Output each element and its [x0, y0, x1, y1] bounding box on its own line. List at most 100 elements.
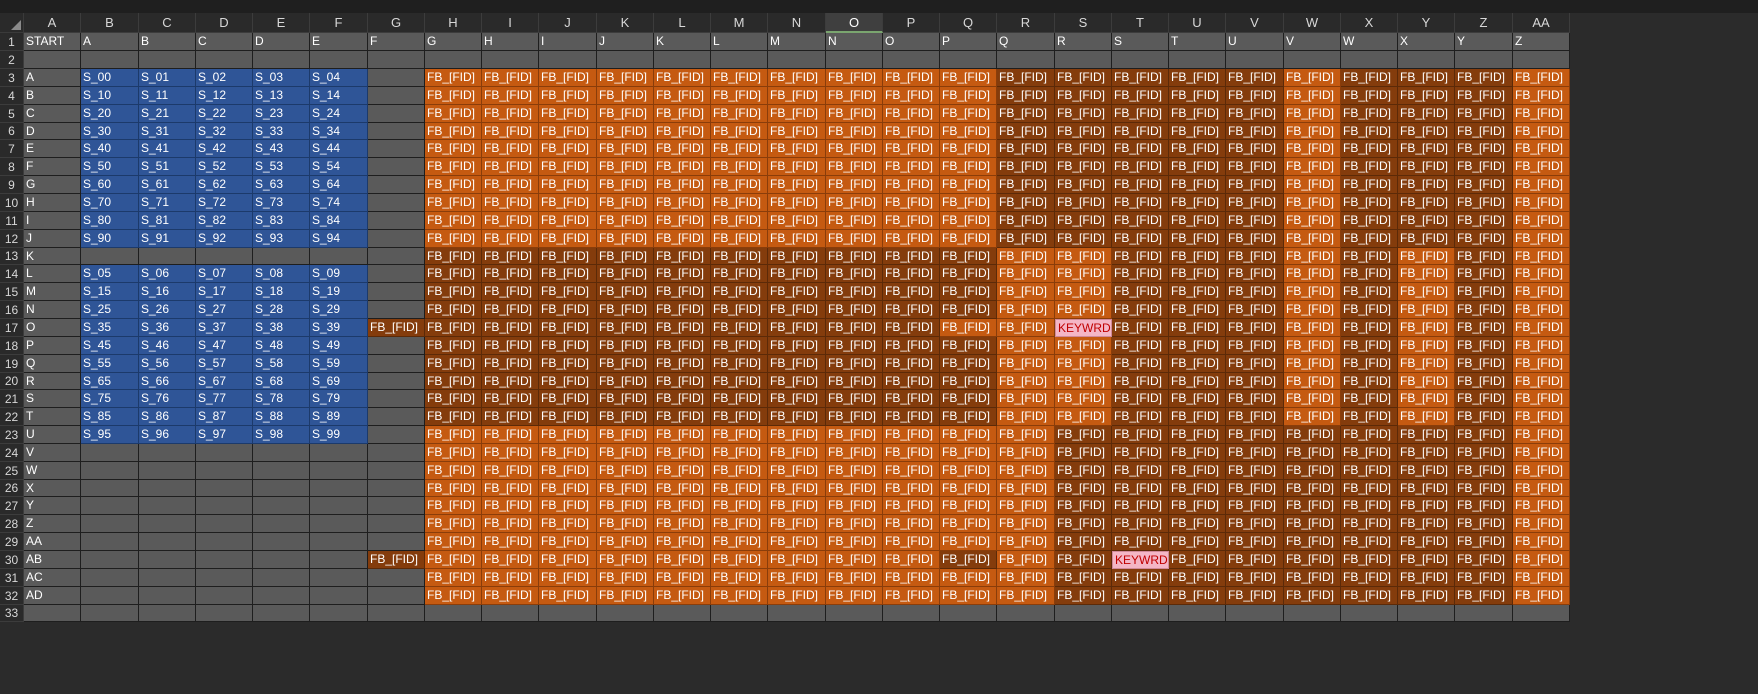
cell-k17[interactable]: FB_[FID] — [597, 319, 654, 337]
cell-f20[interactable]: S_69 — [310, 373, 368, 390]
cell-r10[interactable]: FB_[FID] — [997, 194, 1055, 212]
cell-z19[interactable]: FB_[FID] — [1455, 355, 1513, 373]
cell-e22[interactable]: S_88 — [253, 408, 310, 426]
cell-b17[interactable]: S_35 — [81, 319, 139, 337]
cell-q6[interactable]: FB_[FID] — [940, 123, 997, 140]
cell-i28[interactable]: FB_[FID] — [482, 515, 539, 533]
cell-a5[interactable]: C — [24, 105, 81, 123]
cell-s6[interactable]: FB_[FID] — [1055, 123, 1112, 140]
cell-t8[interactable]: FB_[FID] — [1112, 158, 1169, 176]
cell-c31[interactable] — [139, 569, 196, 587]
cell-v23[interactable]: FB_[FID] — [1226, 426, 1284, 444]
cell-aa20[interactable]: FB_[FID] — [1513, 373, 1570, 390]
row-header-2[interactable]: 2 — [0, 51, 24, 69]
cell-m21[interactable]: FB_[FID] — [711, 390, 768, 408]
cell-z8[interactable]: FB_[FID] — [1455, 158, 1513, 176]
cell-g32[interactable] — [368, 587, 425, 605]
cell-b31[interactable] — [81, 569, 139, 587]
cell-aa31[interactable]: FB_[FID] — [1513, 569, 1570, 587]
cell-u2[interactable] — [1169, 51, 1226, 69]
cell-y9[interactable]: FB_[FID] — [1398, 176, 1455, 194]
cell-j5[interactable]: FB_[FID] — [539, 105, 597, 123]
cell-g20[interactable] — [368, 373, 425, 390]
cell-f18[interactable]: S_49 — [310, 337, 368, 355]
cell-x2[interactable] — [1341, 51, 1398, 69]
cell-x30[interactable]: FB_[FID] — [1341, 551, 1398, 569]
cell-u15[interactable]: FB_[FID] — [1169, 283, 1226, 301]
cell-a15[interactable]: M — [24, 283, 81, 301]
cell-t2[interactable] — [1112, 51, 1169, 69]
cell-i22[interactable]: FB_[FID] — [482, 408, 539, 426]
cell-v27[interactable]: FB_[FID] — [1226, 497, 1284, 515]
cell-x7[interactable]: FB_[FID] — [1341, 140, 1398, 158]
cell-t9[interactable]: FB_[FID] — [1112, 176, 1169, 194]
cell-n30[interactable]: FB_[FID] — [768, 551, 826, 569]
cell-l15[interactable]: FB_[FID] — [654, 283, 711, 301]
cell-y12[interactable]: FB_[FID] — [1398, 230, 1455, 248]
cell-s19[interactable]: FB_[FID] — [1055, 355, 1112, 373]
cell-v16[interactable]: FB_[FID] — [1226, 301, 1284, 319]
cell-k2[interactable] — [597, 51, 654, 69]
cell-aa5[interactable]: FB_[FID] — [1513, 105, 1570, 123]
cell-u16[interactable]: FB_[FID] — [1169, 301, 1226, 319]
cell-w18[interactable]: FB_[FID] — [1284, 337, 1341, 355]
cell-c10[interactable]: S_71 — [139, 194, 196, 212]
cell-r33[interactable] — [997, 605, 1055, 622]
cell-c24[interactable] — [139, 444, 196, 462]
cell-aa28[interactable]: FB_[FID] — [1513, 515, 1570, 533]
cell-e14[interactable]: S_08 — [253, 265, 310, 283]
cell-r17[interactable]: FB_[FID] — [997, 319, 1055, 337]
cell-q16[interactable]: FB_[FID] — [940, 301, 997, 319]
cell-k4[interactable]: FB_[FID] — [597, 87, 654, 105]
cell-e1[interactable]: D — [253, 33, 310, 51]
cell-u20[interactable]: FB_[FID] — [1169, 373, 1226, 390]
cell-z14[interactable]: FB_[FID] — [1455, 265, 1513, 283]
cell-s27[interactable]: FB_[FID] — [1055, 497, 1112, 515]
cell-l30[interactable]: FB_[FID] — [654, 551, 711, 569]
cell-s11[interactable]: FB_[FID] — [1055, 212, 1112, 230]
cell-a25[interactable]: W — [24, 462, 81, 480]
cell-q14[interactable]: FB_[FID] — [940, 265, 997, 283]
cell-n27[interactable]: FB_[FID] — [768, 497, 826, 515]
cell-r2[interactable] — [997, 51, 1055, 69]
cell-aa29[interactable]: FB_[FID] — [1513, 533, 1570, 551]
cell-q20[interactable]: FB_[FID] — [940, 373, 997, 390]
cell-y30[interactable]: FB_[FID] — [1398, 551, 1455, 569]
cell-b1[interactable]: A — [81, 33, 139, 51]
cell-u8[interactable]: FB_[FID] — [1169, 158, 1226, 176]
cell-h28[interactable]: FB_[FID] — [425, 515, 482, 533]
cell-l1[interactable]: K — [654, 33, 711, 51]
cell-k28[interactable]: FB_[FID] — [597, 515, 654, 533]
cell-e33[interactable] — [253, 605, 310, 622]
cell-q28[interactable]: FB_[FID] — [940, 515, 997, 533]
cell-j21[interactable]: FB_[FID] — [539, 390, 597, 408]
cell-f28[interactable] — [310, 515, 368, 533]
column-header-i[interactable]: I — [482, 13, 539, 33]
cell-e21[interactable]: S_78 — [253, 390, 310, 408]
cell-t32[interactable]: FB_[FID] — [1112, 587, 1169, 605]
cell-y27[interactable]: FB_[FID] — [1398, 497, 1455, 515]
cell-q4[interactable]: FB_[FID] — [940, 87, 997, 105]
cell-y19[interactable]: FB_[FID] — [1398, 355, 1455, 373]
cell-i26[interactable]: FB_[FID] — [482, 480, 539, 497]
cell-x11[interactable]: FB_[FID] — [1341, 212, 1398, 230]
cell-z7[interactable]: FB_[FID] — [1455, 140, 1513, 158]
cell-x8[interactable]: FB_[FID] — [1341, 158, 1398, 176]
cell-b29[interactable] — [81, 533, 139, 551]
cell-i15[interactable]: FB_[FID] — [482, 283, 539, 301]
cell-x25[interactable]: FB_[FID] — [1341, 462, 1398, 480]
cell-a10[interactable]: H — [24, 194, 81, 212]
cell-aa6[interactable]: FB_[FID] — [1513, 123, 1570, 140]
cell-a28[interactable]: Z — [24, 515, 81, 533]
cell-d2[interactable] — [196, 51, 253, 69]
cell-a33[interactable] — [24, 605, 81, 622]
cell-k33[interactable] — [597, 605, 654, 622]
cell-b23[interactable]: S_95 — [81, 426, 139, 444]
row-header-3[interactable]: 3 — [0, 69, 24, 87]
cell-r20[interactable]: FB_[FID] — [997, 373, 1055, 390]
cell-q29[interactable]: FB_[FID] — [940, 533, 997, 551]
cell-j1[interactable]: I — [539, 33, 597, 51]
cell-j32[interactable]: FB_[FID] — [539, 587, 597, 605]
cell-u18[interactable]: FB_[FID] — [1169, 337, 1226, 355]
cell-r29[interactable]: FB_[FID] — [997, 533, 1055, 551]
